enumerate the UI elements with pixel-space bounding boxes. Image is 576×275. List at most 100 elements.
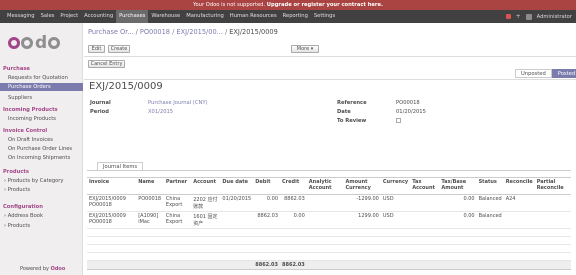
cell-currency: USD (380, 194, 411, 212)
col-debit[interactable]: Debit (253, 177, 281, 195)
cell-analytic-account (306, 194, 344, 212)
status-posted: Posted (551, 69, 576, 78)
cell-reconcile (503, 211, 535, 229)
col-amount-currency[interactable]: Amount Currency (343, 177, 381, 195)
add-icon[interactable]: + (516, 10, 521, 23)
menu-manufacturing[interactable]: Manufacturing (183, 10, 227, 23)
status-bar: Unposted Posted (515, 69, 576, 78)
menu-warehouse[interactable]: Warehouse (148, 10, 183, 23)
logo-o-shape (48, 37, 61, 49)
sidebar-item-products-by-category[interactable]: › Products by Category (0, 177, 83, 185)
logo-o-shape (8, 37, 20, 49)
table-empty-row (87, 244, 571, 253)
main-menu: Messaging Sales Project Accounting Purch… (4, 10, 338, 23)
cell-amount-currency: -1299.00 (343, 194, 381, 212)
sidebar-section-purchase: Purchase (3, 66, 30, 72)
breadcrumb-purchase-orders[interactable]: Purchase Or... (88, 28, 134, 36)
sidebar-item-label: Address Book (7, 213, 43, 219)
col-reconcile[interactable]: Reconcile (503, 177, 535, 195)
journal-items-table: Invoice Name Partner Account Due date De… (87, 177, 571, 270)
sidebar-item-draft-invoices[interactable]: On Draft Invoices (0, 136, 83, 144)
total-credit: 8862.03 (280, 260, 307, 270)
sidebar-item-products[interactable]: › Products (0, 186, 83, 194)
date-field[interactable]: 01/20/2015 (396, 109, 426, 115)
col-account[interactable]: Account (191, 177, 221, 195)
sidebar-item-rfq[interactable]: Requests for Quotation (0, 74, 83, 82)
sidebar-item-config-products[interactable]: › Products (0, 222, 83, 230)
notification-icon[interactable] (505, 14, 511, 19)
sidebar-item-po-lines[interactable]: On Purchase Order Lines (0, 145, 83, 153)
sidebar-section-products: Products (3, 169, 29, 175)
menu-purchases[interactable]: Purchases (116, 10, 149, 23)
powered-by: Powered by Odoo (20, 266, 65, 272)
to-review-checkbox[interactable] (396, 118, 401, 123)
cancel-entry-button[interactable]: Cancel Entry (88, 60, 125, 68)
sidebar-item-label: Products (7, 223, 31, 229)
col-due-date[interactable]: Due date (220, 177, 254, 195)
edit-button[interactable]: Edit (88, 45, 105, 53)
sidebar-item-suppliers[interactable]: Suppliers (0, 94, 83, 102)
col-tax-account[interactable]: Tax Account (410, 177, 440, 195)
logo-o-shape (21, 37, 33, 49)
main-content: Purchase Or... / PO00018 / EXJ/2015/00... /… (84, 23, 576, 275)
notice-upgrade-link[interactable]: Upgrade or register your contract here. (267, 2, 383, 8)
cell-credit: 8862.03 (280, 194, 307, 212)
powered-by-brand[interactable]: Odoo (51, 266, 66, 272)
col-analytic-account[interactable]: Analytic Account (306, 177, 344, 195)
col-currency[interactable]: Currency (380, 177, 411, 195)
breadcrumb-separator: / (224, 28, 228, 36)
cell-status: Balanced (476, 194, 504, 212)
menu-accounting[interactable]: Accounting (81, 10, 116, 23)
avatar[interactable] (525, 13, 532, 20)
powered-by-text: Powered by (20, 266, 49, 272)
sidebar-item-incoming-shipments[interactable]: On Incoming Shipments (0, 154, 83, 162)
cell-debit: 0.00 (253, 194, 281, 212)
sidebar-item-incoming-products[interactable]: Incoming Products (0, 115, 83, 123)
sidebar-item-address-book[interactable]: › Address Book (0, 212, 83, 220)
col-credit[interactable]: Credit (280, 177, 307, 195)
notice-text: Your Odoo is not supported. (193, 2, 266, 8)
cell-credit: 0.00 (280, 211, 307, 229)
table-empty-row (87, 252, 571, 261)
table-row[interactable]: EXJ/2015/0009 PO00018 [A1090] iMac China… (87, 211, 571, 229)
breadcrumb-current: EXJ/2015/0009 (229, 28, 278, 36)
menu-reporting[interactable]: Reporting (280, 10, 311, 23)
menu-human-resources[interactable]: Human Resources (227, 10, 280, 23)
col-invoice[interactable]: Invoice (87, 177, 137, 195)
col-status[interactable]: Status (476, 177, 504, 195)
journal-label: Journal (90, 100, 111, 106)
sidebar: d Purchase Requests for Quotation Purcha… (0, 23, 83, 275)
menu-messaging[interactable]: Messaging (4, 10, 38, 23)
cell-analytic-account (306, 211, 344, 229)
sidebar-item-purchase-orders[interactable]: Purchase Orders (0, 83, 83, 91)
breadcrumb-po[interactable]: PO00018 / EXJ/2015/00... (140, 28, 223, 36)
more-button[interactable]: More ▾ (291, 45, 319, 53)
cell-invoice: EXJ/2015/0009 PO00018 (87, 194, 137, 212)
col-name[interactable]: Name (136, 177, 164, 195)
odoo-logo[interactable]: d (8, 33, 61, 53)
col-tax-base-amount[interactable]: Tax/Base Amount (439, 177, 477, 195)
col-partial-reconcile[interactable]: Partial Reconcile (534, 177, 571, 195)
cell-name: PO00018 (136, 194, 164, 212)
tab-divider (87, 170, 571, 171)
journal-field[interactable]: Purchase Journal (CNY) (148, 100, 208, 106)
cell-tax-base-amount: 0.00 (439, 194, 477, 212)
page-title: EXJ/2015/0009 (89, 81, 163, 92)
sidebar-section-incoming-products: Incoming Products (3, 107, 58, 113)
date-label: Date (337, 109, 351, 115)
menu-settings[interactable]: Settings (311, 10, 338, 23)
table-row[interactable]: EXJ/2015/0009 PO00018 PO00018 China Expo… (87, 194, 571, 212)
sidebar-item-label: Products by Category (7, 178, 64, 184)
create-button[interactable]: Create (108, 45, 130, 53)
statusbar-divider (84, 79, 576, 80)
reference-label: Reference (337, 100, 367, 106)
cell-tax-account (410, 211, 440, 229)
menu-project[interactable]: Project (57, 10, 81, 23)
table-totals-row: 8862.03 8862.03 (87, 260, 571, 270)
user-menu[interactable]: Administrator (537, 14, 572, 20)
reference-field[interactable]: PO00018 (396, 100, 420, 106)
col-partner[interactable]: Partner (163, 177, 192, 195)
toolbar-divider (84, 56, 576, 57)
menu-sales[interactable]: Sales (38, 10, 58, 23)
period-field[interactable]: X01/2015 (148, 109, 173, 115)
